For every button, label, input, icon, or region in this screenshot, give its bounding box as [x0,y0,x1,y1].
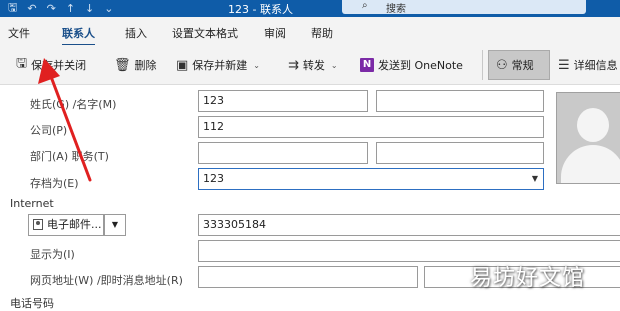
company-field[interactable]: 112 [198,116,544,138]
search-icon: ⌕ [362,0,368,11]
internet-section-label: Internet [10,197,54,210]
chevron-down-icon: ⌄ [330,60,338,70]
chevron-down-icon[interactable]: ▼ [532,169,538,189]
tab-contact[interactable]: 联系人 [62,25,95,46]
file-as-value: 123 [203,172,224,185]
save-new-icon: ▣ [176,57,189,73]
tab-help[interactable]: 帮助 [311,25,333,41]
web-page-field[interactable] [198,266,418,288]
chevron-down-icon: ▼ [111,220,119,229]
chevron-down-icon[interactable]: ⌄ [104,2,113,15]
search-box[interactable]: ⌕ 搜索 [342,0,586,15]
forward-label: 转发 [302,59,325,72]
window-title: 123 - 联系人 [228,3,293,16]
delete-label: 删除 [134,59,157,72]
ribbon-divider [482,50,483,80]
forward-button[interactable]: ⇉ 转发 ⌄ [288,55,338,75]
save-close-label: 保存并关闭 [31,59,87,72]
details-icon: ☰ [558,57,570,73]
tab-review[interactable]: 审阅 [264,25,286,41]
email-field[interactable]: 333305184 [198,214,620,236]
up-icon[interactable]: ↑ [66,2,75,15]
job-title-field[interactable] [376,142,544,164]
details-label: 详细信息 [573,59,618,72]
general-label: 常规 [511,59,534,72]
file-as-dropdown[interactable]: 123 ▼ [198,168,544,190]
email-selector-label: 电子邮件... [47,218,102,231]
tab-insert[interactable]: 插入 [125,25,147,41]
web-label: 网页地址(W) /即时消息地址(R) [30,274,183,287]
title-bar: 🖫 ↶ ↷ ↑ ↓ ⌄ 123 - 联系人 ⌕ 搜索 [0,0,620,17]
ribbon: 🖫 保存并关闭 🗑 删除 ▣ 保存并新建 ⌄ ⇉ 转发 ⌄ N 发送到 OneN… [0,45,620,85]
avatar-body [561,145,620,183]
quick-access-toolbar: 🖫 ↶ ↷ ↑ ↓ ⌄ [8,0,113,17]
chevron-down-icon: ⌄ [253,60,260,70]
tab-file[interactable]: 文件 [8,25,30,41]
send-onenote-button[interactable]: N 发送到 OneNote [360,55,463,75]
save-icon[interactable]: 🖫 [8,0,17,18]
save-close-button[interactable]: 🖫 保存并关闭 [16,55,86,75]
avatar-head [577,108,609,142]
file-as-label: 存档为(E) [30,177,79,190]
department-label: 部门(A) 职务(T) [30,150,109,163]
contact-photo[interactable] [556,92,620,184]
details-button[interactable]: ☰ 详细信息 [558,55,618,75]
contact-card-icon: ⚇ [496,57,508,73]
trash-icon: 🗑 [114,57,131,73]
search-placeholder: 搜索 [386,4,406,15]
name-label: 姓氏(G) /名字(M) [30,98,117,111]
display-as-label: 显示为(I) [30,248,75,261]
undo-icon[interactable]: ↶ [27,2,36,15]
forward-icon: ⇉ [288,57,299,73]
down-icon[interactable]: ↓ [85,2,94,15]
save-close-icon: 🖫 [16,56,28,71]
display-as-field[interactable] [198,240,620,262]
redo-icon[interactable]: ↷ [47,2,56,15]
general-button[interactable]: ⚇ 常规 [496,55,534,75]
menu-bar: 文件 联系人 插入 设置文本格式 审阅 帮助 [0,17,620,46]
first-name-field[interactable] [376,90,544,112]
company-label: 公司(P) [30,124,68,137]
department-field[interactable] [198,142,368,164]
save-new-button[interactable]: ▣ 保存并新建 ⌄ [176,55,260,75]
tab-format-text[interactable]: 设置文本格式 [172,25,238,41]
email-selector-button[interactable]: 电子邮件... [28,214,104,236]
address-book-icon [33,219,43,230]
watermark: 易坊好文馆 [470,266,586,291]
send-onenote-label: 发送到 OneNote [378,59,463,72]
email-selector-dropdown[interactable]: ▼ [104,214,126,236]
onenote-icon: N [360,58,374,72]
delete-button[interactable]: 🗑 删除 [114,55,157,75]
last-name-field[interactable]: 123 [198,90,368,112]
save-new-label: 保存并新建 [192,59,248,72]
